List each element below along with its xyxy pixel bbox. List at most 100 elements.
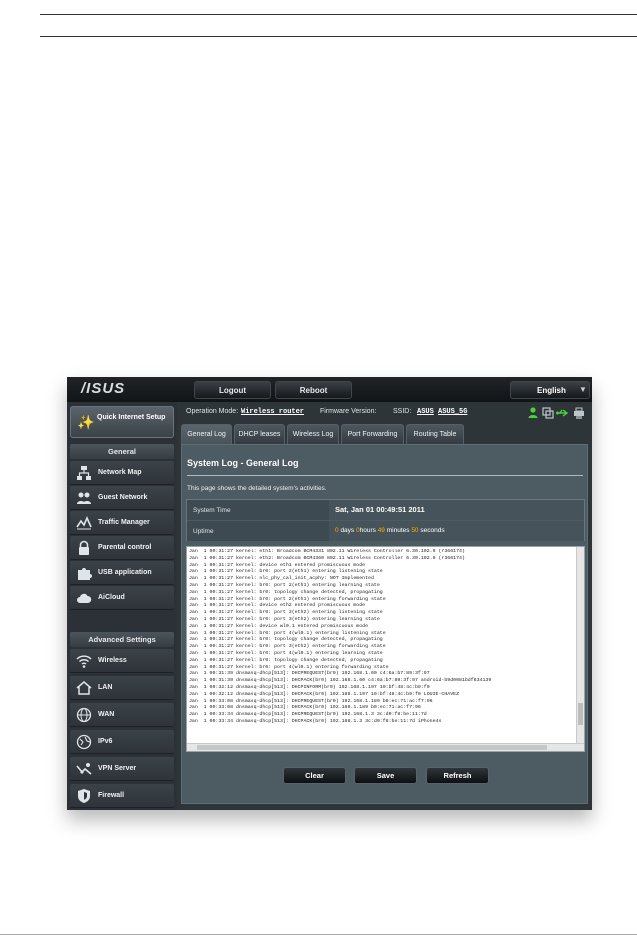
uptime-days-unit: days: [340, 527, 355, 534]
uptime-label: Uptime: [187, 521, 329, 541]
vertical-scrollbar[interactable]: [576, 547, 584, 743]
user-icon[interactable]: [528, 407, 538, 418]
uptime-value: 0 days 0hours 49 minutes 50 seconds: [329, 521, 584, 541]
log-line: Jan 1 00:33:34 dnsmasq-dhcp[513]: DHCPAC…: [189, 718, 442, 724]
advanced-settings-header: Advanced Settings: [70, 632, 174, 647]
sidebar-item-ipv6[interactable]: IPv6: [70, 730, 174, 754]
save-button[interactable]: Save: [354, 767, 417, 784]
vpn-icon: [76, 763, 92, 775]
page-rule-top: [40, 14, 637, 15]
network-map-icon: [77, 466, 91, 480]
sidebar-item-usb-application[interactable]: USB application: [70, 561, 174, 585]
usb-icon[interactable]: [556, 409, 569, 417]
log-line: Jan 1 00:31:27 kernel: br0: topology cha…: [189, 589, 383, 595]
system-time-value: Sat, Jan 01 00:49:51 2011: [329, 500, 584, 520]
language-value: English: [537, 386, 566, 395]
log-line: Jan 1 00:31:27 kernel: br0: port 2(eth1)…: [189, 582, 380, 588]
log-line: Jan 1 00:31:27 kernel: device wl0.1 ente…: [189, 623, 369, 629]
log-line: Jan 1 00:31:27 kernel: eth1: Broadcom BC…: [189, 549, 465, 554]
scroll-thumb[interactable]: [197, 745, 547, 750]
sidebar-item-lan[interactable]: LAN: [70, 676, 174, 700]
sidebar-item-label: USB application: [98, 569, 152, 576]
title-divider: [187, 475, 583, 476]
uptime-days: 0: [335, 527, 339, 534]
status-bar: Operation Mode: Wireless router Firmware…: [177, 402, 592, 424]
traffic-manager-icon: [76, 516, 92, 530]
general-section-header: General: [70, 444, 174, 459]
globe-icon: [76, 707, 92, 723]
log-line: Jan 1 00:31:27 kernel: nlc_phy_cal_init_…: [189, 576, 374, 582]
ssid-link-1[interactable]: ASUS: [417, 408, 434, 416]
log-line: Jan 1 00:31:27 kernel: br0: port 3(eth2)…: [189, 616, 380, 622]
log-line: Jan 1 00:31:27 kernel: br0: port 3(eth2)…: [189, 644, 386, 650]
asus-logo: /ISUS: [81, 380, 126, 397]
tab-wireless-log[interactable]: Wireless Log: [287, 424, 339, 444]
sidebar-item-label: IPv6: [98, 738, 113, 745]
system-time-row: System Time Sat, Jan 01 00:49:51 2011: [187, 500, 584, 520]
sidebar-item-label: Traffic Manager: [98, 519, 150, 526]
sidebar-item-label: WAN: [98, 711, 115, 718]
sidebar-item-vpn-server[interactable]: VPN Server: [70, 757, 174, 781]
sidebar: ✨ Quick Internet Setup General Network M…: [67, 402, 177, 810]
lock-icon: [79, 540, 89, 555]
sidebar-item-guest-network[interactable]: Guest Network: [70, 486, 174, 510]
sidebar-item-network-map[interactable]: Network Map: [70, 461, 174, 485]
quick-internet-setup-button[interactable]: ✨ Quick Internet Setup: [70, 406, 174, 438]
ssid-link-2[interactable]: ASUS_5G: [438, 408, 467, 416]
general-log-panel: System Log - General Log This page shows…: [181, 444, 588, 804]
sidebar-item-firewall[interactable]: Firewall: [70, 784, 174, 808]
shield-icon: [78, 789, 90, 803]
operation-mode-label: Operation Mode:: [186, 408, 239, 415]
uptime-minutes-unit: minutes: [386, 527, 410, 534]
tab-dhcp-leases[interactable]: DHCP leases: [234, 424, 285, 444]
language-select[interactable]: English ▼: [510, 381, 590, 399]
clear-button[interactable]: Clear: [283, 767, 346, 784]
uptime-row: Uptime 0 days 0hours 49 minutes 50 secon…: [187, 521, 584, 541]
sidebar-item-label: Firewall: [98, 792, 125, 799]
quick-internet-setup-label: Quick Internet Setup: [97, 414, 166, 421]
log-line: Jan 1 00:31:27 kernel: eth2: Broadcom BC…: [189, 555, 465, 561]
reboot-button[interactable]: Reboot: [275, 381, 352, 399]
sidebar-item-label: Guest Network: [98, 494, 148, 501]
sidebar-item-wireless[interactable]: Wireless: [70, 649, 174, 673]
copy-icon[interactable]: [542, 407, 554, 419]
sidebar-item-parental-control[interactable]: Parental control: [70, 536, 174, 560]
log-textarea[interactable]: Jan 1 00:31:27 kernel: eth1: Broadcom BC…: [186, 546, 585, 752]
top-bar: /ISUS Logout Reboot English ▼: [67, 377, 592, 402]
sidebar-item-traffic-manager[interactable]: Traffic Manager: [70, 511, 174, 535]
page-rule-header: [40, 36, 637, 37]
tab-bar: General Log DHCP leases Wireless Log Por…: [177, 424, 592, 444]
log-line: Jan 1 00:32:12 dnsmasq-dhcp[513]: DHCPAC…: [189, 691, 460, 697]
operation-mode-link[interactable]: Wireless router: [241, 408, 304, 416]
tab-port-forwarding[interactable]: Port Forwarding: [341, 424, 404, 444]
scroll-thumb[interactable]: [578, 703, 583, 725]
tab-general-log[interactable]: General Log: [181, 424, 232, 444]
ipv6-globe-icon: [76, 734, 92, 750]
log-line: Jan 1 00:31:39 dnsmasq-dhcp[513]: DHCPAC…: [189, 678, 492, 684]
page-rule-footer: [0, 934, 637, 935]
router-ui-screenshot: /ISUS Logout Reboot English ▼ ✨ Quick In…: [67, 377, 592, 810]
log-line: Jan 1 00:33:34 dnsmasq-dhcp[513]: DHCPRE…: [189, 712, 427, 718]
wireless-icon: [76, 655, 92, 668]
tab-routing-table[interactable]: Routing Table: [406, 424, 464, 444]
puzzle-icon: [78, 568, 92, 580]
sidebar-item-wan[interactable]: WAN: [70, 703, 174, 727]
log-line: Jan 1 00:31:27 kernel: br0: port 3(eth2)…: [189, 610, 383, 616]
printer-icon[interactable]: [574, 407, 584, 419]
uptime-seconds: 50: [411, 527, 419, 534]
logout-button[interactable]: Logout: [194, 381, 271, 399]
home-icon: [76, 681, 92, 695]
sidebar-item-label: LAN: [98, 684, 113, 691]
sidebar-item-label: Parental control: [98, 544, 152, 551]
log-line: Jan 1 00:31:27 kernel: br0: topology cha…: [189, 657, 383, 663]
refresh-button[interactable]: Refresh: [426, 767, 489, 784]
horizontal-scrollbar[interactable]: [187, 743, 584, 751]
uptime-seconds-unit: seconds: [420, 527, 445, 534]
cloud-icon: [77, 593, 92, 603]
log-lines: Jan 1 00:31:27 kernel: eth1: Broadcom BC…: [189, 549, 577, 726]
sidebar-item-aicloud[interactable]: AiCloud: [70, 586, 174, 610]
sidebar-item-label: VPN Server: [98, 765, 137, 772]
uptime-hours-unit: hours: [359, 527, 376, 534]
system-time-label: System Time: [187, 500, 329, 520]
firmware-version-label: Firmware Version:: [320, 408, 377, 415]
